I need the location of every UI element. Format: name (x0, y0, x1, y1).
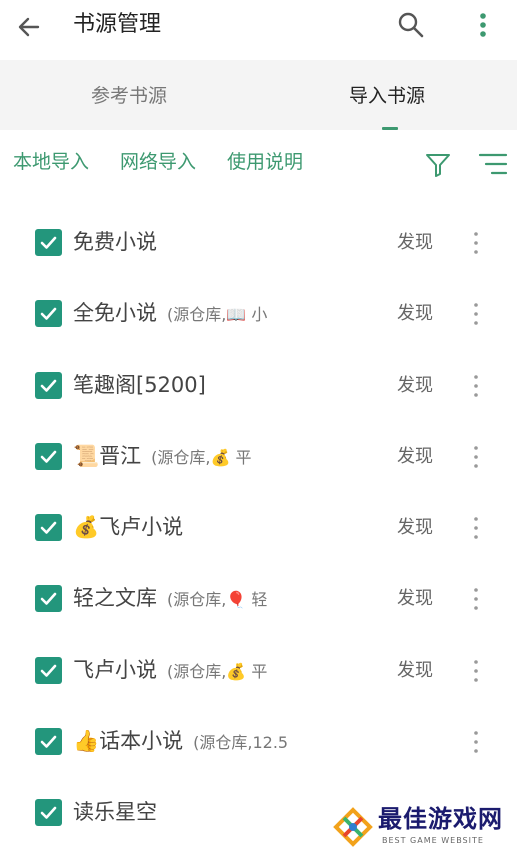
source-name: 轻之文库 (源仓库,🎈 轻 (73, 583, 267, 615)
list-item[interactable]: 笔趣阁[5200] 发现 (0, 350, 517, 421)
discover-button[interactable]: 发现 (397, 659, 433, 683)
list-item[interactable]: 轻之文库 (源仓库,🎈 轻 发现 (0, 563, 517, 634)
more-vert-icon[interactable] (466, 372, 486, 400)
discover-button[interactable]: 发现 (397, 587, 433, 611)
source-list: 免费小说 发现 全免小说 (源仓库,📖 小 发现 笔趣阁[5200] 发现 📜晋江… (0, 207, 517, 849)
site-logo-icon (332, 806, 374, 848)
checkbox[interactable] (35, 229, 62, 256)
more-vert-icon[interactable] (466, 728, 486, 756)
checkbox[interactable] (35, 442, 62, 470)
source-title: 全免小说 (73, 301, 157, 326)
source-note: (源仓库,📖 小 (167, 305, 268, 325)
source-name: 📜晋江 (源仓库,💰 平 (73, 441, 252, 473)
discover-button[interactable]: 发现 (397, 445, 433, 469)
network-import-button[interactable]: 网络导入 (120, 150, 196, 174)
list-item[interactable]: 📜晋江 (源仓库,💰 平 发现 (0, 421, 517, 492)
watermark: 最佳游戏网 BEST GAME WEBSITE (330, 800, 517, 853)
source-name: 👍话本小说 (源仓库,12.5 (73, 726, 288, 758)
source-title: 💰飞卢小说 (73, 515, 184, 540)
more-vert-icon[interactable] (466, 585, 486, 613)
source-name: 免费小说 (73, 227, 157, 257)
sort-icon[interactable] (478, 152, 508, 176)
source-note: (源仓库,💰 平 (167, 661, 268, 681)
source-name: 读乐星空 (73, 797, 157, 827)
source-note: (源仓库,💰 平 (151, 447, 252, 467)
source-title: 轻之文库 (73, 586, 157, 611)
list-item[interactable]: 全免小说 (源仓库,📖 小 发现 (0, 278, 517, 349)
list-item[interactable]: 👍话本小说 (源仓库,12.5 (0, 706, 517, 777)
checkbox[interactable] (35, 300, 62, 328)
more-vert-icon[interactable] (472, 10, 494, 40)
list-item[interactable]: 免费小说 发现 (0, 207, 517, 278)
filter-icon[interactable] (424, 152, 452, 178)
arrow-back-icon[interactable] (14, 12, 44, 42)
discover-button[interactable]: 发现 (397, 302, 433, 326)
source-title: 免费小说 (73, 230, 157, 254)
list-item[interactable]: 飞卢小说 (源仓库,💰 平 发现 (0, 635, 517, 706)
action-bar: 本地导入 网络导入 使用说明 (0, 130, 517, 194)
checkbox[interactable] (35, 514, 62, 542)
source-name: 笔趣阁[5200] (73, 370, 206, 400)
app-bar: 书源管理 (0, 0, 517, 60)
page-title: 书源管理 (73, 12, 162, 37)
more-vert-icon[interactable] (466, 443, 486, 471)
checkbox[interactable] (35, 799, 62, 827)
checkbox[interactable] (35, 656, 62, 684)
source-title: 📜晋江 (73, 443, 142, 468)
tab-reference-sources[interactable]: 参考书源 (0, 60, 258, 130)
tab-import-sources[interactable]: 导入书源 (258, 60, 516, 130)
source-title: 读乐星空 (73, 800, 157, 825)
discover-button[interactable]: 发现 (397, 374, 433, 398)
source-note: (源仓库,🎈 轻 (167, 590, 268, 610)
source-title: 笔趣阁[5200] (73, 372, 206, 397)
more-vert-icon[interactable] (466, 300, 486, 328)
source-name: 全免小说 (源仓库,📖 小 (73, 298, 267, 330)
checkbox[interactable] (35, 585, 62, 613)
more-vert-icon[interactable] (466, 514, 486, 542)
source-name: 飞卢小说 (源仓库,💰 平 (73, 655, 267, 687)
watermark-subtitle: BEST GAME WEBSITE (382, 836, 484, 845)
local-import-button[interactable]: 本地导入 (13, 150, 89, 174)
source-note: (源仓库,12.5 (193, 733, 289, 753)
usage-help-button[interactable]: 使用说明 (227, 150, 303, 174)
watermark-title: 最佳游戏网 (378, 805, 503, 833)
checkbox[interactable] (35, 728, 62, 756)
more-vert-icon[interactable] (466, 229, 486, 257)
source-title: 飞卢小说 (73, 657, 157, 682)
discover-button[interactable]: 发现 (397, 516, 433, 540)
more-vert-icon[interactable] (466, 657, 486, 685)
source-name: 💰飞卢小说 (73, 512, 183, 542)
search-icon[interactable] (396, 10, 426, 40)
checkbox[interactable] (35, 371, 62, 399)
source-title: 👍话本小说 (73, 729, 184, 754)
tab-bar: 参考书源 导入书源 (0, 60, 517, 130)
discover-button[interactable]: 发现 (397, 231, 433, 255)
list-item[interactable]: 💰飞卢小说 发现 (0, 492, 517, 563)
